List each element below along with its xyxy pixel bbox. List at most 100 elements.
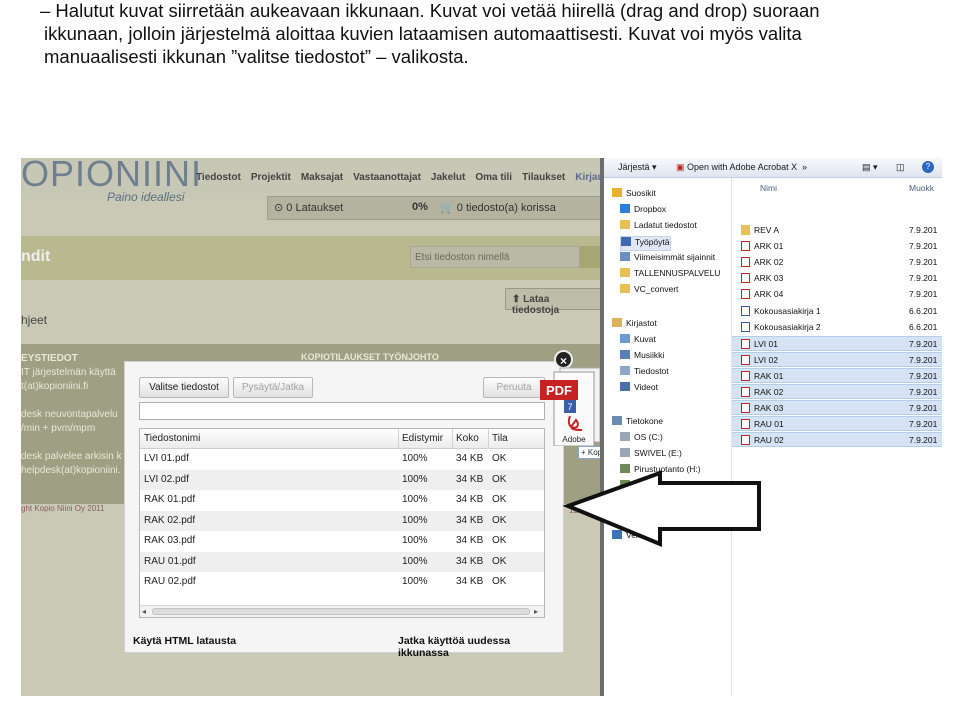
- nav-item-label: VC_convert: [634, 284, 679, 294]
- nav-item[interactable]: Työpöytä: [620, 236, 671, 251]
- file-count-badge: 7: [567, 402, 572, 412]
- nav-item[interactable]: Kuvat: [620, 334, 656, 349]
- nav-item[interactable]: Musiikki: [620, 350, 664, 365]
- col-progress[interactable]: Edistymir: [402, 433, 443, 444]
- file-row[interactable]: REV A 7.9.201: [732, 223, 942, 238]
- file-row[interactable]: ARK 01 7.9.201: [732, 239, 942, 254]
- table-row[interactable]: RAK 01.pdf 100% 34 KB OK: [140, 490, 544, 510]
- nav-item[interactable]: Ladatut tiedostot: [620, 220, 697, 235]
- file-row[interactable]: RAU 02 7.9.201: [732, 432, 942, 448]
- table-row[interactable]: LVI 01.pdf 100% 34 KB OK: [140, 449, 544, 469]
- preview-pane-icon[interactable]: ◫: [896, 162, 905, 173]
- nav-maksajat[interactable]: Maksajat: [301, 172, 343, 183]
- nav-item[interactable]: Viimeisimmät sijainnit: [620, 252, 715, 267]
- nav-item-label: TALLENNUSPALVELU: [634, 268, 721, 278]
- table-row[interactable]: RAU 02.pdf 100% 34 KB OK: [140, 572, 544, 592]
- cell-size: 34 KB: [456, 473, 484, 485]
- pdf-icon: [741, 435, 750, 446]
- col-status[interactable]: Tila: [492, 433, 508, 444]
- status-toolbar: ⊙ 0 Lataukset 0% 🛒 0 tiedosto(a) korissa: [267, 196, 603, 220]
- file-row[interactable]: RAU 01 7.9.201: [732, 416, 942, 432]
- file-row[interactable]: ARK 04 7.9.201: [732, 287, 942, 302]
- nav-item[interactable]: Tiedostot: [620, 366, 669, 381]
- nav-item[interactable]: Suosikit: [612, 188, 656, 203]
- nav-item[interactable]: Pirustuotanto (H:): [620, 464, 701, 479]
- nav-item[interactable]: Verkko: [612, 530, 652, 545]
- nav-tilaukset[interactable]: Tilaukset: [522, 172, 565, 183]
- cart-status[interactable]: 🛒 0 tiedosto(a) korissa: [440, 201, 556, 214]
- nav-item[interactable]: Kirjastot: [612, 318, 657, 333]
- nav-item-label: Kuvat: [634, 334, 656, 344]
- path-field[interactable]: [139, 402, 545, 420]
- horizontal-scrollbar[interactable]: ◂ ▸: [140, 605, 544, 617]
- file-explorer-window: Järjestä ▾ ▣ Open with Adobe Acrobat X »…: [604, 158, 942, 696]
- upload-files-button[interactable]: ⬆ Lataa tiedostoja: [505, 288, 603, 316]
- view-options-icon[interactable]: ▤ ▾: [862, 162, 878, 173]
- file-date: 7.9.201: [909, 403, 938, 414]
- use-html-upload-link[interactable]: Käytä HTML latausta: [133, 635, 236, 647]
- section-title: ndit: [21, 248, 51, 265]
- table-row[interactable]: RAU 01.pdf 100% 34 KB OK: [140, 551, 544, 572]
- file-row[interactable]: RAK 03 7.9.201: [732, 400, 942, 416]
- more-commands-button[interactable]: »: [802, 162, 807, 172]
- nav-jakelut[interactable]: Jakelut: [431, 172, 465, 183]
- scroll-left-icon[interactable]: ◂: [142, 607, 146, 616]
- pause-resume-button[interactable]: Pysäytä/Jatka: [233, 377, 313, 398]
- select-files-button[interactable]: Valitse tiedostot: [139, 377, 229, 398]
- nav-vastaanottajat[interactable]: Vastaanottajat: [353, 172, 421, 183]
- table-row[interactable]: RAK 03.pdf 100% 34 KB OK: [140, 531, 544, 551]
- file-row[interactable]: RAK 02 7.9.201: [732, 384, 942, 399]
- nav-item-label: Vektorointi (V:): [634, 496, 690, 506]
- file-search-input[interactable]: Etsi tiedoston nimellä: [410, 246, 580, 268]
- nav-tiedostot[interactable]: Tiedostot: [196, 172, 241, 183]
- organize-button[interactable]: Järjestä ▾: [618, 162, 657, 173]
- nav-item[interactable]: VC_convert: [620, 284, 678, 299]
- nav-oma-tili[interactable]: Oma tili: [475, 172, 512, 183]
- pdf-icon: [741, 257, 750, 268]
- nav-item[interactable]: OS (C:): [620, 432, 663, 447]
- explorer-nav-pane: Suosikit Dropbox Ladatut tiedostot Työpöytä…: [604, 178, 732, 696]
- col-filename[interactable]: Tiedostonimi: [144, 433, 200, 444]
- cell-size: 34 KB: [456, 453, 484, 464]
- cell-progress: 100%: [402, 555, 428, 567]
- open-with-acrobat-button[interactable]: ▣ Open with Adobe Acrobat X: [676, 162, 797, 173]
- nav-item[interactable]: Videot: [620, 382, 658, 397]
- nav-item[interactable]: CAD (I:): [620, 480, 665, 495]
- cell-filename: LVI 02.pdf: [144, 473, 189, 485]
- file-row[interactable]: LVI 01 7.9.201: [732, 335, 942, 351]
- cell-progress: 100%: [402, 473, 428, 485]
- nav-item[interactable]: Vektorointi (V:): [620, 496, 689, 511]
- file-row[interactable]: LVI 02 7.9.201: [732, 351, 942, 367]
- cell-progress: 100%: [402, 453, 428, 464]
- nav-item-label: Suosikit: [626, 188, 656, 198]
- explorer-command-bar: Järjestä ▾ ▣ Open with Adobe Acrobat X »…: [604, 158, 942, 178]
- cell-size: 34 KB: [456, 494, 484, 505]
- help-icon[interactable]: ?: [922, 161, 934, 173]
- folder-icon: [741, 225, 750, 235]
- col-size[interactable]: Koko: [456, 433, 479, 444]
- file-row[interactable]: RAK 01 7.9.201: [732, 367, 942, 383]
- file-row[interactable]: Kokousasiakirja 2 6.6.201: [732, 320, 942, 335]
- loads-counter[interactable]: ⊙ 0 Lataukset: [274, 201, 343, 214]
- scrollbar-thumb[interactable]: [152, 608, 530, 615]
- nav-item-label: Videot: [634, 382, 658, 392]
- col-modified[interactable]: Muokk: [909, 183, 934, 193]
- scroll-right-icon[interactable]: ▸: [534, 607, 538, 616]
- continue-new-window-link[interactable]: Jatka käyttöä uudessa ikkunassa: [398, 635, 563, 659]
- nav-item[interactable]: TALLENNUSPALVELU: [620, 268, 720, 283]
- file-row[interactable]: Kokousasiakirja 1 6.6.201: [732, 304, 942, 319]
- file-name: RAK 03: [754, 403, 784, 414]
- table-row[interactable]: RAK 02.pdf 100% 34 KB OK: [140, 510, 544, 531]
- file-row[interactable]: ARK 02 7.9.201: [732, 255, 942, 270]
- nav-item[interactable]: Dropbox: [620, 204, 666, 219]
- network-drive-icon: [620, 464, 630, 473]
- nav-item[interactable]: Tietokone: [612, 416, 663, 431]
- cancel-button[interactable]: Peruuta: [483, 377, 545, 398]
- col-name[interactable]: Nimi: [760, 183, 777, 193]
- nav-projektit[interactable]: Projektit: [251, 172, 291, 183]
- file-row[interactable]: ARK 03 7.9.201: [732, 271, 942, 286]
- nav-item[interactable]: SWIVEL (E:): [620, 448, 682, 463]
- table-row[interactable]: LVI 02.pdf 100% 34 KB OK: [140, 469, 544, 490]
- computer-icon: [612, 416, 622, 425]
- cell-status: OK: [492, 514, 507, 526]
